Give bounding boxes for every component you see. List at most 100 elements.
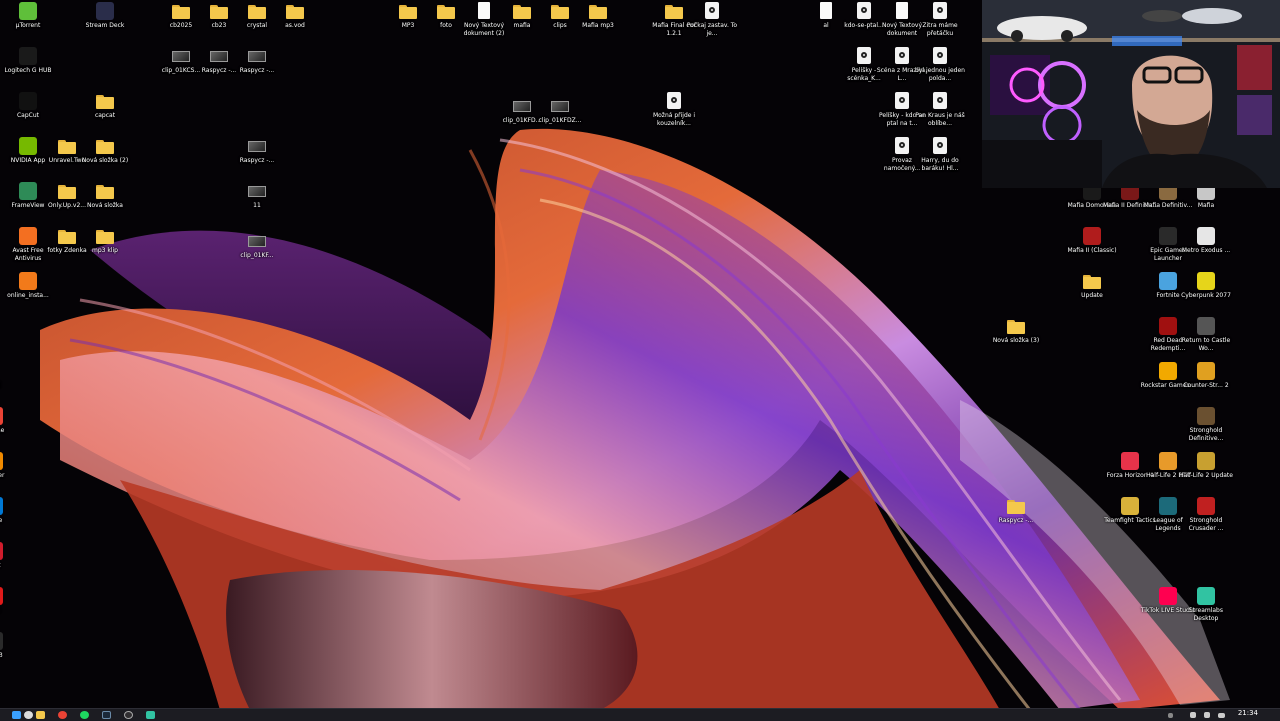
battery-icon[interactable] xyxy=(1218,713,1225,718)
file-explorer-icon[interactable] xyxy=(36,711,45,719)
desktop-icon[interactable]: Streamlabs Desktop xyxy=(1178,587,1234,623)
desktop-icon-label: Streamlabs Desktop xyxy=(1189,607,1223,622)
desktop-icon-label: capcat xyxy=(94,112,116,119)
desktop-icon[interactable]: Harry, du do baráku! Hl... xyxy=(912,137,968,173)
media-file-icon xyxy=(930,92,950,110)
desktop-icon[interactable]: Zitra máme přetáčku xyxy=(912,2,968,38)
desktop-icon[interactable]: Stronghold Definitive... xyxy=(1178,407,1234,443)
media-file-icon xyxy=(854,2,874,20)
folder-icon xyxy=(95,227,115,245)
desktop-icon[interactable]: capcat xyxy=(77,92,133,120)
desktop-icon-label: Stronghold Definitive... xyxy=(1188,427,1224,442)
desktop-icon[interactable]: Nová složka (3) xyxy=(988,317,1044,345)
cyberpunk-icon xyxy=(1196,272,1216,290)
volume-icon[interactable] xyxy=(1204,712,1210,718)
desktop-icon[interactable]: Logitech G HUB xyxy=(0,47,56,75)
tray-chevron-icon[interactable] xyxy=(1168,713,1173,718)
desktop-icon[interactable]: Stronghold Crusader ... xyxy=(1178,497,1234,533)
desktop-icon-label: Update xyxy=(1081,292,1103,299)
streamlabs-icon[interactable] xyxy=(146,711,155,719)
desktop-icon-label: Cyberpunk 2077 xyxy=(1181,292,1231,299)
desktop-icon[interactable]: Cool xyxy=(0,362,22,390)
obs-icon[interactable] xyxy=(124,711,133,719)
document-icon xyxy=(0,362,4,380)
app-icon xyxy=(0,587,4,605)
desktop-icon[interactable]: Nová složka (2) xyxy=(77,137,133,165)
desktop-icon[interactable]: CapCut xyxy=(0,92,56,120)
document-icon xyxy=(816,2,836,20)
folder-icon xyxy=(209,2,229,20)
desktop-icon-label: 11 xyxy=(253,202,261,209)
desktop-icon[interactable]: Raspycz -... xyxy=(988,497,1044,525)
spotify-icon[interactable] xyxy=(80,711,89,719)
nvidia-icon xyxy=(18,137,38,155)
desktop-icon-label: Return to Castle Wo... xyxy=(1181,337,1231,352)
desktop-icon[interactable]: Raspycz -... xyxy=(229,137,285,165)
desktop-icon-label: clip_01KFDZ... xyxy=(538,117,582,124)
desktop-icon[interactable]: Return to Castle Wo... xyxy=(1178,317,1234,353)
desktop-icon[interactable]: Cyberpunk 2077 xyxy=(1178,272,1234,300)
desktop-icon[interactable]: µTorrent xyxy=(0,2,56,30)
document-icon xyxy=(892,2,912,20)
folder-icon xyxy=(57,137,77,155)
taskbar-clock[interactable]: 21:34 xyxy=(1238,710,1258,717)
desktop-icon[interactable]: Pan Kraus je náš oblíbe... xyxy=(912,92,968,128)
video-thumbnail-icon xyxy=(247,137,267,155)
desktop-icon[interactable]: Mafia II (Classic) xyxy=(1064,227,1120,255)
desktop-icon-label: Možná přijde i kouzelník... xyxy=(652,112,696,127)
desktop-icon[interactable]: byl jednou jeden polda... xyxy=(912,47,968,83)
webcam-image xyxy=(982,0,1280,188)
network-icon[interactable] xyxy=(1190,712,1196,718)
webcam-overlay xyxy=(982,0,1280,188)
folder-icon xyxy=(285,2,305,20)
desktop-icon-label: clip_01KF... xyxy=(240,252,274,259)
desktop-icon[interactable]: online_insta... xyxy=(0,272,56,300)
folder-icon xyxy=(1082,272,1102,290)
app-icon xyxy=(0,542,4,560)
desktop-icon[interactable]: llent xyxy=(0,542,22,570)
streamlabs-icon xyxy=(1196,587,1216,605)
chrome-icon xyxy=(0,407,4,425)
desktop-icon-label: Nová složka (3) xyxy=(992,337,1040,344)
desktop-icon[interactable]: clip_01KF... xyxy=(229,232,285,260)
stronghold-crusader-icon xyxy=(1196,497,1216,515)
desktop-icon[interactable]: Metro Exodus ... xyxy=(1178,227,1234,255)
desktop-icon-label: Logitech G HUB xyxy=(4,67,52,74)
chrome-icon[interactable] xyxy=(58,711,67,719)
folder-icon xyxy=(512,2,532,20)
desktop-icon-label: gle me xyxy=(0,427,5,434)
stronghold-icon xyxy=(1196,407,1216,425)
desktop-icon[interactable]: Nová složka xyxy=(77,182,133,210)
desktop-icon[interactable]: soft e xyxy=(0,497,22,525)
desktop-icon[interactable]: Raspycz -... xyxy=(229,47,285,75)
taskbar: 21:34 xyxy=(0,708,1280,721)
desktop-icon-label: edia er xyxy=(0,472,5,479)
rdr-icon xyxy=(1158,317,1178,335)
desktop-icon[interactable]: Mafia mp3 xyxy=(570,2,626,30)
desktop-icon[interactable]: Počkaj zastav. To je... xyxy=(684,2,740,38)
desktop-icon[interactable]: edia er xyxy=(0,452,22,480)
desktop-icon-label: online_insta... xyxy=(7,292,49,299)
media-file-icon xyxy=(702,2,722,20)
desktop-icon[interactable]: 11 xyxy=(229,182,285,210)
app-icon xyxy=(0,632,4,650)
steam-icon[interactable] xyxy=(102,711,111,719)
desktop-icon[interactable]: gle me xyxy=(0,407,22,435)
desktop-icon[interactable]: Update xyxy=(1064,272,1120,300)
desktop-icon[interactable]: as.vod xyxy=(267,2,323,30)
search-icon[interactable] xyxy=(24,711,33,719)
desktop-icon[interactable]: Možná přijde i kouzelník... xyxy=(646,92,702,128)
folder-icon xyxy=(398,2,418,20)
desktop-icon[interactable]: clip_01KFDZ... xyxy=(532,97,588,125)
desktop-icon[interactable]: od V3 xyxy=(0,632,22,660)
desktop-icon[interactable]: Counter-Str... 2 xyxy=(1178,362,1234,390)
start-icon[interactable] xyxy=(12,711,21,719)
desktop-icon-label: Mafia II (Classic) xyxy=(1067,247,1117,254)
desktop-icon[interactable]: fezu xyxy=(0,587,22,615)
desktop-icon[interactable]: mp3 klip xyxy=(77,227,133,255)
desktop-icon-label: as.vod xyxy=(285,22,305,29)
desktop-icon[interactable]: Half-Life 2 Update xyxy=(1178,452,1234,480)
desktop-icon-label: CapCut xyxy=(16,112,40,119)
desktop-icon[interactable]: Stream Deck xyxy=(77,2,133,30)
media-file-icon xyxy=(892,92,912,110)
